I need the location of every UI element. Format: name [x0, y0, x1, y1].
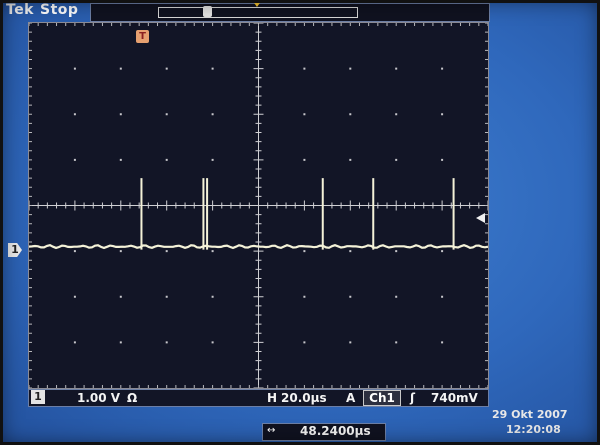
- grid-dot: [119, 158, 122, 161]
- brand-status: Tek Stop: [6, 2, 78, 18]
- waveform-baseline: [29, 244, 488, 250]
- trigger-time-marker: T: [136, 30, 149, 43]
- grid-dot: [119, 67, 122, 70]
- grid-dot: [441, 67, 444, 70]
- grid-dot: [211, 250, 214, 253]
- trigger-level[interactable]: 740mV: [431, 390, 478, 406]
- horizontal-position-icon: ↔: [267, 425, 276, 436]
- channel-1-scale[interactable]: 1.00 V: [77, 390, 120, 406]
- grid-dot: [441, 295, 444, 298]
- clock-date: 29 Okt 2007: [492, 408, 568, 421]
- grid-dot: [211, 67, 214, 70]
- trigger-source[interactable]: Ch1: [363, 390, 401, 406]
- graticule: [28, 22, 489, 389]
- grid-dot: [349, 341, 352, 344]
- channel-coupling-icon: Ω: [127, 391, 138, 405]
- grid-dot: [395, 113, 398, 116]
- trigger-slope-icon: ʃ: [410, 391, 415, 405]
- channel-1-flag: 1: [31, 390, 45, 404]
- grid-dot: [73, 341, 76, 344]
- grid-dot: [73, 113, 76, 116]
- grid-dot: [303, 67, 306, 70]
- acquisition-state: Stop: [40, 2, 79, 18]
- timebase-scale[interactable]: 20.0µs: [281, 390, 327, 406]
- grid-dot: [349, 295, 352, 298]
- grid-dot: [303, 341, 306, 344]
- grid-dot: [165, 250, 168, 253]
- grid-dot: [349, 158, 352, 161]
- grid-dot: [349, 67, 352, 70]
- clock-time: 12:20:08: [506, 423, 561, 436]
- grid-dot: [395, 250, 398, 253]
- grid-dot: [441, 113, 444, 116]
- grid-dot: [395, 67, 398, 70]
- grid-dot: [73, 250, 76, 253]
- channel-1-ground-marker[interactable]: 1: [8, 243, 22, 257]
- grid-dot: [303, 158, 306, 161]
- grid-dot: [165, 113, 168, 116]
- trigger-level-icon[interactable]: [476, 213, 485, 223]
- grid-dot: [165, 295, 168, 298]
- grid-dot: [303, 295, 306, 298]
- grid-dot: [395, 341, 398, 344]
- grid-dot: [165, 67, 168, 70]
- trigger-position-icon: [252, 0, 262, 7]
- grid-dot: [73, 67, 76, 70]
- grid-dot: [211, 158, 214, 161]
- grid-dot: [303, 113, 306, 116]
- grid-dot: [395, 158, 398, 161]
- brand-logo: Tek: [6, 2, 34, 18]
- grid-dot: [395, 295, 398, 298]
- grid-dot: [73, 158, 76, 161]
- grid-dot: [441, 341, 444, 344]
- grid-dot: [119, 113, 122, 116]
- grid-dot: [73, 295, 76, 298]
- grid-dot: [165, 341, 168, 344]
- grid-dot: [165, 158, 168, 161]
- grid-dot: [441, 158, 444, 161]
- grid-dot: [441, 250, 444, 253]
- trigger-mode: A: [346, 391, 356, 405]
- grid-dot: [303, 250, 306, 253]
- grid-dot: [119, 341, 122, 344]
- grid-dot: [349, 113, 352, 116]
- grid-dot: [349, 250, 352, 253]
- status-readout-bar: 1.00 V Ω H 20.0µs A ʃ 740mV: [28, 389, 489, 407]
- grid-dot: [211, 341, 214, 344]
- grid-dot: [211, 113, 214, 116]
- graticule-grid: [29, 23, 488, 388]
- record-window-handle[interactable]: [203, 6, 212, 17]
- grid-dot: [119, 250, 122, 253]
- horizontal-position-value[interactable]: 48.2400µs: [300, 423, 371, 439]
- oscilloscope-screen: Tek Stop T 1 1.00 V Ω H 20.0µs A ʃ 740mV …: [0, 0, 600, 445]
- grid-dot: [211, 295, 214, 298]
- record-memory-bar: [158, 7, 358, 18]
- grid-dot: [119, 295, 122, 298]
- timebase-label: H: [267, 391, 278, 405]
